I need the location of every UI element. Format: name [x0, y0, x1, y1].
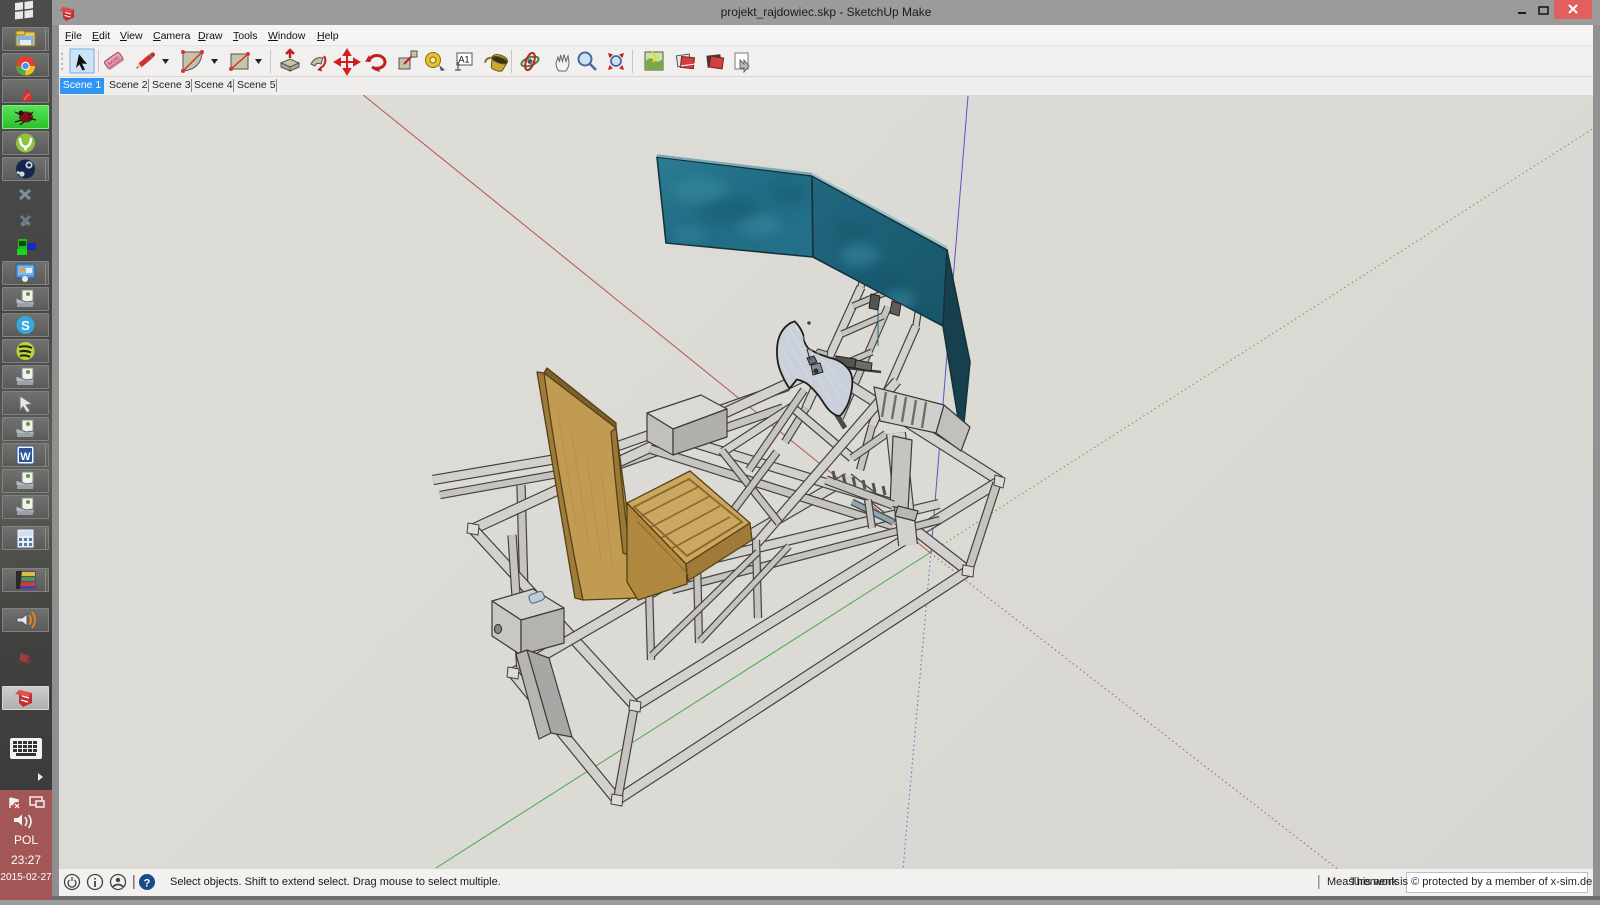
svg-text:2015-02-27: 2015-02-27	[0, 872, 52, 883]
svg-text:S: S	[21, 318, 30, 333]
svg-text:23:27: 23:27	[11, 853, 41, 867]
svg-text:W: W	[20, 451, 31, 463]
svg-text:?: ?	[144, 878, 151, 890]
svg-text:POL: POL	[14, 833, 38, 847]
svg-text:A1: A1	[458, 55, 469, 65]
